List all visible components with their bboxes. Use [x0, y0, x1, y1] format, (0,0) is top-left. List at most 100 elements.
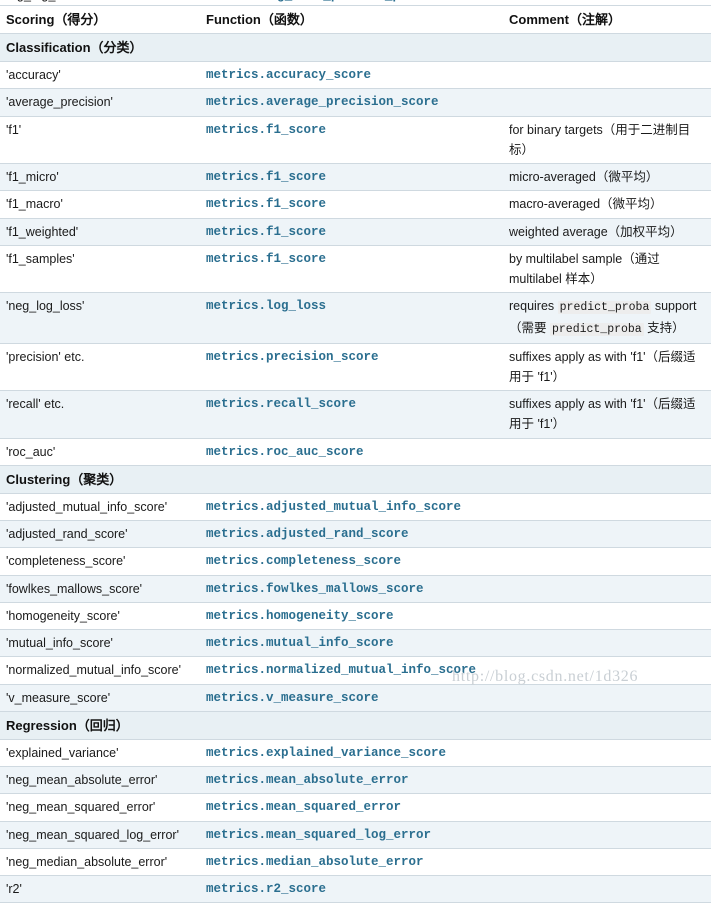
table-row: 'fowlkes_mallows_score' metrics.fowlkes_m… [0, 574, 711, 603]
cell-function: metrics.v_measure_score [200, 683, 503, 712]
table-header-row: Scoring（得分） Function（函数） Comment（注解） [0, 4, 711, 35]
cell-comment: micro-averaged（微平均） [503, 163, 711, 192]
table-row: 'f1_micro' metrics.f1_score micro-averaged… [0, 163, 711, 192]
cell-comment: weighted average（加权平均） [503, 217, 711, 246]
cell-function: metrics.adjusted_mutual_info_score [200, 492, 503, 522]
cell-function: metrics.precision_score [200, 342, 503, 392]
cell-comment [503, 820, 711, 849]
table-body: Classification（分类）'accuracy' metrics.accu… [0, 33, 711, 903]
table-row: 'f1_macro' metrics.f1_score macro-averaged… [0, 190, 711, 219]
cell-comment [503, 766, 711, 795]
column-header-function: Function（函数） [200, 4, 503, 35]
table-row: 'neg_mean_squared_error' metrics.mean_squ… [0, 793, 711, 822]
table-header: Scoring（得分） Function（函数） Comment（注解） [0, 4, 711, 35]
cell-function: metrics.mean_absolute_error [200, 766, 503, 795]
table-row: 'accuracy' metrics.accuracy_score [0, 61, 711, 90]
cell-scoring: 'roc_auc' [0, 437, 200, 466]
cell-comment: suffixes apply as with 'f1'（后缀适用于 'f1'） [503, 390, 711, 439]
table-row: 'r2' metrics.r2_score [0, 875, 711, 903]
cell-scoring: 'neg_median_absolute_error' [0, 847, 200, 877]
cell-scoring: 'f1_samples' [0, 244, 200, 294]
cell-scoring: 'completeness_score' [0, 547, 200, 576]
cell-function: metrics.explained_variance_score [200, 738, 503, 768]
cell-comment: requires predict_proba support（需要 predic… [503, 292, 711, 344]
cell-scoring: 'neg_log_loss' [0, 292, 200, 344]
table-row: 'recall' etc. metrics.recall_score suffixe… [0, 390, 711, 439]
table-row: 'neg_median_absolute_error' metrics.media… [0, 847, 711, 877]
table-row: 'adjusted_rand_score' metrics.adjusted_ra… [0, 520, 711, 549]
cell-function: metrics.normalized_mutual_info_score [200, 656, 503, 685]
cell-function: metrics.f1_score [200, 217, 503, 246]
cell-scoring: 'f1_weighted' [0, 217, 200, 246]
table-row: 'adjusted_mutual_info_score' metrics.adju… [0, 492, 711, 522]
table-row: 'neg_log_loss' metrics.log_loss requires p… [0, 292, 711, 344]
cell-scoring: 'adjusted_rand_score' [0, 520, 200, 549]
cell-scoring: 'r2' [0, 875, 200, 903]
cell-comment [503, 61, 711, 90]
table-row: 'homogeneity_score' metrics.homogeneity_s… [0, 601, 711, 631]
cell-comment [503, 437, 711, 466]
section-header-label: Regression（回归） [0, 710, 711, 740]
table-row: 'f1_samples' metrics.f1_score by multilabe… [0, 244, 711, 294]
cell-comment: by multilabel sample（通过 multilabel 样本） [503, 244, 711, 294]
cell-function: metrics.accuracy_score [200, 61, 503, 90]
column-header-comment: Comment（注解） [503, 4, 711, 35]
cell-function: metrics.f1_score [200, 115, 503, 165]
cell-comment [503, 601, 711, 631]
table-row: 'normalized_mutual_info_score' metrics.no… [0, 656, 711, 685]
table-row: 'roc_auc' metrics.roc_auc_score [0, 437, 711, 466]
cell-function: metrics.adjusted_rand_score [200, 520, 503, 549]
cell-function: metrics.completeness_score [200, 547, 503, 576]
cell-function: metrics.recall_score [200, 390, 503, 439]
cell-scoring: 'f1' [0, 115, 200, 165]
clipped-row-scoring: 'neg_log_loss' [0, 0, 200, 2]
table-row: 'average_precision' metrics.average_preci… [0, 88, 711, 117]
cell-scoring: 'f1_macro' [0, 190, 200, 219]
cell-function: metrics.mean_squared_error [200, 793, 503, 822]
cell-scoring: 'v_measure_score' [0, 683, 200, 712]
table-row: 'completeness_score' metrics.completeness… [0, 547, 711, 576]
cell-scoring: 'accuracy' [0, 61, 200, 90]
cell-comment [503, 520, 711, 549]
cell-scoring: 'explained_variance' [0, 738, 200, 768]
cell-comment [503, 88, 711, 117]
cell-comment [503, 547, 711, 576]
cell-function: metrics.mean_squared_log_error [200, 820, 503, 849]
cell-comment: for binary targets（用于二进制目标） [503, 115, 711, 165]
cell-comment: suffixes apply as with 'f1'（后缀适用于 'f1'） [503, 342, 711, 392]
table-row: 'v_measure_score' metrics.v_measure_score [0, 683, 711, 712]
scoring-parameter-table: Scoring（得分） Function（函数） Comment（注解） Cla… [0, 4, 711, 903]
cell-function: metrics.average_precision_score [200, 88, 503, 117]
cell-scoring: 'recall' etc. [0, 390, 200, 439]
cell-function: metrics.f1_score [200, 244, 503, 294]
cell-comment [503, 492, 711, 522]
column-header-scoring: Scoring（得分） [0, 4, 200, 35]
cell-scoring: 'fowlkes_mallows_score' [0, 574, 200, 603]
cell-function: metrics.fowlkes_mallows_score [200, 574, 503, 603]
cell-scoring: 'normalized_mutual_info_score' [0, 656, 200, 685]
cell-function: metrics.r2_score [200, 875, 503, 903]
cell-scoring: 'neg_mean_squared_error' [0, 793, 200, 822]
cell-scoring: 'homogeneity_score' [0, 601, 200, 631]
cell-comment [503, 656, 711, 685]
section-header-label: Clustering（聚类） [0, 464, 711, 494]
cell-comment [503, 793, 711, 822]
cell-comment [503, 629, 711, 658]
table-row: 'neg_mean_absolute_error' metrics.mean_ab… [0, 766, 711, 795]
section-header-label: Classification（分类） [0, 33, 711, 63]
cell-scoring: 'neg_mean_absolute_error' [0, 766, 200, 795]
table-row: 'explained_variance' metrics.explained_va… [0, 738, 711, 768]
cell-scoring: 'average_precision' [0, 88, 200, 117]
cell-comment [503, 847, 711, 877]
cell-function: metrics.median_absolute_error [200, 847, 503, 877]
cell-function: metrics.log_loss [200, 292, 503, 344]
cell-function: metrics.homogeneity_score [200, 601, 503, 631]
table-row: 'f1_weighted' metrics.f1_score weighted av… [0, 217, 711, 246]
cell-comment [503, 683, 711, 712]
cell-function: metrics.f1_score [200, 163, 503, 192]
cell-scoring: 'mutual_info_score' [0, 629, 200, 658]
cell-comment [503, 875, 711, 903]
cell-function: metrics.mutual_info_score [200, 629, 503, 658]
table-row: 'precision' etc. metrics.precision_score s… [0, 342, 711, 392]
cell-scoring: 'precision' etc. [0, 342, 200, 392]
